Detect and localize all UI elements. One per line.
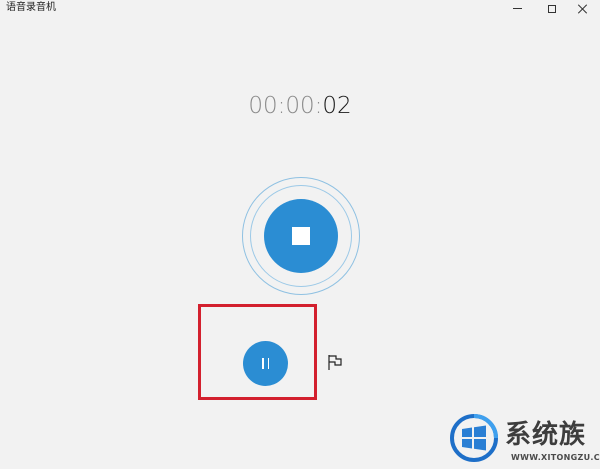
close-icon <box>578 4 588 14</box>
windows-logo-icon <box>450 414 498 462</box>
minimize-icon <box>512 8 522 9</box>
close-button[interactable] <box>566 0 600 17</box>
stop-recording-button[interactable] <box>264 199 338 273</box>
app-title: 语音录音机 <box>6 2 56 13</box>
recording-timer: 00:00:02 <box>200 92 400 120</box>
timer-seconds: 02 <box>322 93 352 119</box>
voice-recorder-window: 语音录音机 00:00:02 系统族 WWW.XITONGZU.C <box>0 0 600 469</box>
pause-icon <box>262 358 269 369</box>
flag-icon <box>328 355 342 370</box>
timer-hours: 00 <box>248 93 278 119</box>
maximize-button[interactable] <box>535 0 569 17</box>
timer-minutes: 00 <box>285 93 315 119</box>
pause-recording-button[interactable] <box>243 341 288 386</box>
watermark: 系统族 WWW.XITONGZU.COM <box>445 408 600 469</box>
title-bar: 语音录音机 <box>0 0 600 17</box>
add-marker-button[interactable] <box>326 353 344 371</box>
watermark-brand: 系统族 <box>505 420 587 450</box>
watermark-url: WWW.XITONGZU.COM <box>511 453 600 462</box>
minimize-button[interactable] <box>500 0 534 17</box>
stop-icon <box>292 227 310 245</box>
maximize-icon <box>548 4 556 13</box>
